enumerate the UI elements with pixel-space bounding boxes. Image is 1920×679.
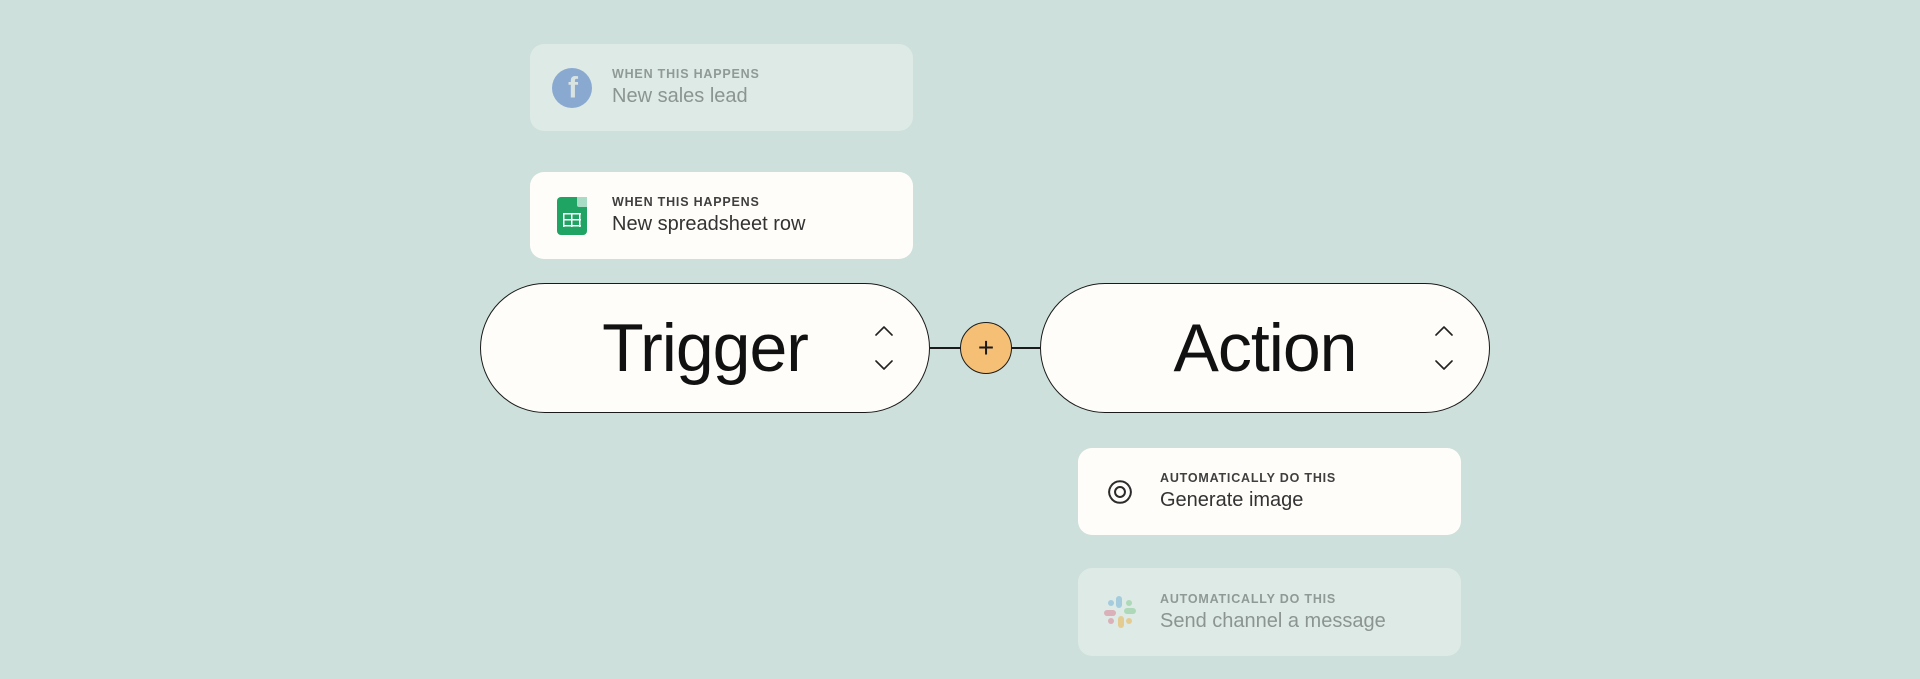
eyebrow-label: WHEN THIS HAPPENS (612, 67, 760, 81)
action-label: Send channel a message (1160, 610, 1386, 633)
chevron-down-icon[interactable] (875, 360, 893, 370)
action-option-selected[interactable]: AUTOMATICALLY DO THIS Generate image (1078, 448, 1461, 535)
card-text: AUTOMATICALLY DO THIS Send channel a mes… (1160, 592, 1386, 633)
eyebrow-label: AUTOMATICALLY DO THIS (1160, 592, 1386, 606)
chevron-up-icon[interactable] (1435, 326, 1453, 336)
action-pill[interactable]: Action (1040, 283, 1490, 413)
trigger-pill-label: Trigger (602, 309, 808, 387)
chevron-down-icon[interactable] (1435, 360, 1453, 370)
google-sheets-icon (552, 196, 592, 236)
trigger-option-selected[interactable]: WHEN THIS HAPPENS New spreadsheet row (530, 172, 913, 259)
openai-icon (1100, 472, 1140, 512)
add-step-button[interactable]: + (960, 322, 1012, 374)
trigger-option-faded[interactable]: WHEN THIS HAPPENS New sales lead (530, 44, 913, 131)
trigger-label: New sales lead (612, 85, 760, 108)
plus-icon: + (978, 332, 994, 364)
card-text: WHEN THIS HAPPENS New sales lead (612, 67, 760, 108)
facebook-icon (552, 68, 592, 108)
card-text: WHEN THIS HAPPENS New spreadsheet row (612, 195, 805, 236)
chevron-up-icon[interactable] (875, 326, 893, 336)
action-stepper[interactable] (1435, 326, 1453, 370)
trigger-pill[interactable]: Trigger (480, 283, 930, 413)
card-text: AUTOMATICALLY DO THIS Generate image (1160, 471, 1336, 512)
action-option-faded[interactable]: AUTOMATICALLY DO THIS Send channel a mes… (1078, 568, 1461, 656)
trigger-stepper[interactable] (875, 326, 893, 370)
slack-icon (1100, 592, 1140, 632)
trigger-label: New spreadsheet row (612, 213, 805, 236)
eyebrow-label: AUTOMATICALLY DO THIS (1160, 471, 1336, 485)
eyebrow-label: WHEN THIS HAPPENS (612, 195, 805, 209)
action-pill-label: Action (1174, 309, 1357, 387)
action-label: Generate image (1160, 489, 1336, 512)
